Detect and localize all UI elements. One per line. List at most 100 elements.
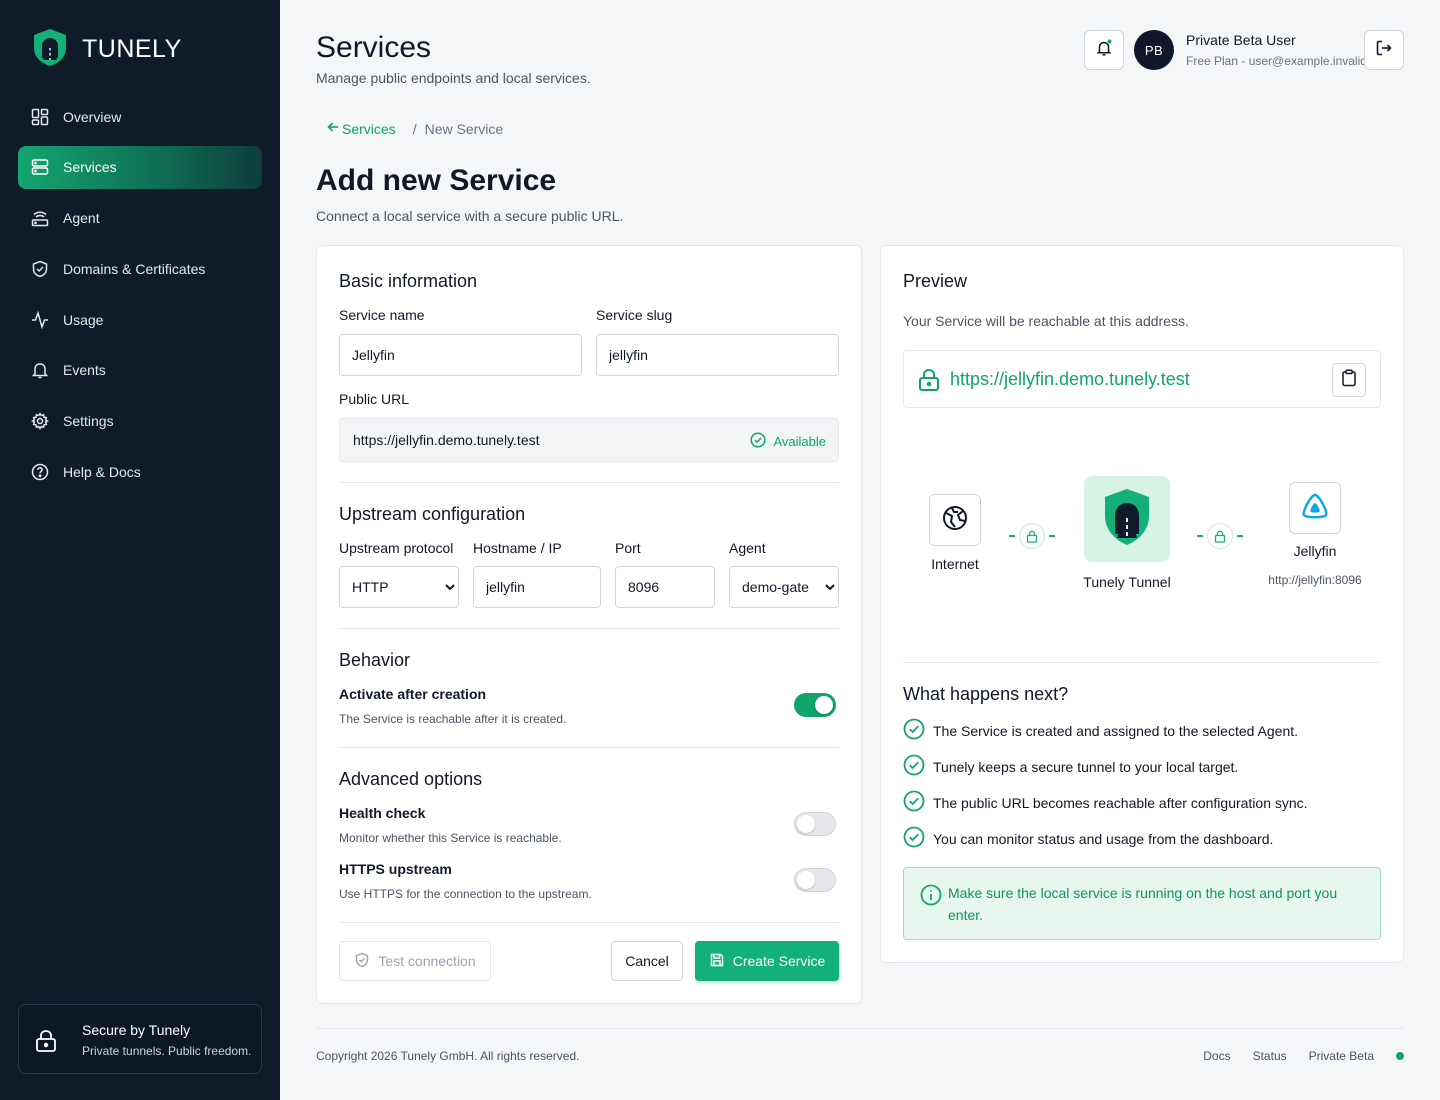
https-upstream-toggle[interactable] <box>794 868 836 892</box>
sidebar-item-help[interactable]: Help & Docs <box>18 451 262 494</box>
sidebar-item-usage[interactable]: Usage <box>18 298 262 341</box>
tunely-logo-icon <box>1103 488 1151 551</box>
sidebar: TUNELY Overview Services Agent Domains &… <box>0 0 280 1100</box>
service-slug-input[interactable] <box>596 334 839 376</box>
service-slug-label: Service slug <box>596 307 673 323</box>
footer-links: Docs Status Private Beta <box>1181 1049 1404 1063</box>
tunnel-label: Tunely Tunnel <box>1083 574 1171 590</box>
preview-url[interactable]: https://jellyfin.demo.tunely.test <box>950 369 1190 390</box>
sidebar-item-services[interactable]: Services <box>18 145 262 189</box>
dash <box>1197 535 1203 537</box>
activate-toggle[interactable] <box>794 693 836 717</box>
jellyfin-node <box>1289 482 1341 534</box>
behavior-heading: Behavior <box>339 650 411 670</box>
sidebar-item-label: Events <box>63 362 106 379</box>
activity-icon <box>31 310 49 329</box>
health-check-help: Monitor whether this Service is reachabl… <box>339 831 562 845</box>
divider <box>339 628 839 629</box>
protocol-label: Upstream protocol <box>339 540 454 556</box>
jellyfin-icon <box>1301 493 1329 524</box>
divider <box>339 747 839 748</box>
divider <box>339 922 839 923</box>
notifications-button[interactable] <box>1084 30 1124 70</box>
preview-url-box: https://jellyfin.demo.tunely.test <box>903 350 1381 408</box>
availability-label: Available <box>773 434 826 449</box>
public-url-field: https://jellyfin.demo.tunely.test Availa… <box>339 418 839 462</box>
info-text: Make sure the local service is running o… <box>948 885 1338 923</box>
secure-title: Secure by Tunely <box>82 1022 191 1038</box>
toggle-knob <box>797 815 815 833</box>
activate-help: The Service is reachable after it is cre… <box>339 712 567 726</box>
basic-info-heading: Basic information <box>339 271 478 291</box>
test-connection-button[interactable]: Test connection <box>339 941 491 981</box>
create-service-button[interactable]: Create Service <box>695 941 839 981</box>
clipboard-icon <box>1341 368 1357 392</box>
secure-subtitle: Private tunnels. Public freedom. <box>82 1044 252 1058</box>
toggle-knob <box>815 696 833 714</box>
https-upstream-label: HTTPS upstream <box>339 861 452 877</box>
next-steps-heading: What happens next? <box>903 684 1069 704</box>
page-title: Services <box>316 31 432 64</box>
secure-by-tunely-card: Secure by Tunely Private tunnels. Public… <box>18 1004 262 1074</box>
activate-label: Activate after creation <box>339 686 487 702</box>
sidebar-item-overview[interactable]: Overview <box>18 95 262 138</box>
user-plan: Free Plan - user@example.invalid <box>1186 54 1367 68</box>
dashboard-icon <box>31 108 49 126</box>
footer-link-status[interactable]: Status <box>1253 1049 1287 1063</box>
cancel-button[interactable]: Cancel <box>611 941 683 981</box>
dash <box>1237 535 1243 537</box>
next-step-text: Tunely keeps a secure tunnel to your loc… <box>933 758 1239 775</box>
sidebar-item-settings[interactable]: Settings <box>18 400 262 443</box>
footer-link-docs[interactable]: Docs <box>1203 1049 1230 1063</box>
sidebar-nav: Overview Services Agent Domains & Certif… <box>18 95 262 501</box>
next-step-item: You can monitor status and usage from th… <box>903 826 1273 851</box>
copy-url-button[interactable] <box>1332 363 1366 397</box>
divider <box>339 482 839 483</box>
info-icon <box>920 884 942 911</box>
help-circle-icon <box>31 463 49 481</box>
next-step-text: The Service is created and assigned to t… <box>933 722 1299 739</box>
port-input[interactable] <box>615 566 715 608</box>
breadcrumb-services-link[interactable]: Services <box>326 120 396 137</box>
toggle-knob <box>797 871 815 889</box>
protocol-select[interactable]: HTTP <box>339 566 459 608</box>
sidebar-item-label: Domains & Certificates <box>63 260 206 277</box>
footer-link-private-beta[interactable]: Private Beta <box>1309 1049 1374 1063</box>
advanced-heading: Advanced options <box>339 769 483 789</box>
port-label: Port <box>615 540 641 556</box>
create-service-label: Create Service <box>732 953 826 969</box>
dash <box>1049 535 1055 537</box>
logout-icon <box>1375 39 1393 62</box>
router-icon <box>31 209 49 227</box>
sidebar-item-agent[interactable]: Agent <box>18 197 262 240</box>
test-connection-label: Test connection <box>378 953 476 969</box>
brand[interactable]: TUNELY <box>32 28 182 71</box>
sidebar-item-label: Agent <box>63 210 100 227</box>
hostname-input[interactable] <box>473 566 601 608</box>
sidebar-item-label: Services <box>63 159 117 176</box>
logout-button[interactable] <box>1364 30 1404 70</box>
globe-icon <box>942 505 968 536</box>
sidebar-item-events[interactable]: Events <box>18 349 262 392</box>
breadcrumb: Services / New Service <box>326 120 503 137</box>
breadcrumb-parent-label: Services <box>342 120 396 137</box>
avatar[interactable]: PB <box>1134 30 1174 70</box>
lock-icon <box>918 368 940 397</box>
bell-icon <box>1095 39 1113 62</box>
agent-select[interactable]: demo-gate <box>729 566 839 608</box>
sidebar-item-domains[interactable]: Domains & Certificates <box>18 247 262 290</box>
breadcrumb-current: New Service <box>424 120 504 137</box>
breadcrumb-separator: / <box>412 120 417 137</box>
check-circle-icon <box>750 432 767 451</box>
health-check-label: Health check <box>339 805 426 821</box>
dash <box>1009 535 1015 537</box>
service-name-input[interactable] <box>339 334 582 376</box>
next-step-item: Tunely keeps a secure tunnel to your loc… <box>903 754 1238 779</box>
check-circle-icon <box>903 754 925 779</box>
divider <box>903 662 1381 663</box>
upstream-heading: Upstream configuration <box>339 504 526 524</box>
health-check-toggle[interactable] <box>794 812 836 836</box>
next-step-text: The public URL becomes reachable after c… <box>933 794 1308 811</box>
jellyfin-label: Jellyfin <box>1293 543 1337 559</box>
next-step-item: The public URL becomes reachable after c… <box>903 790 1308 815</box>
